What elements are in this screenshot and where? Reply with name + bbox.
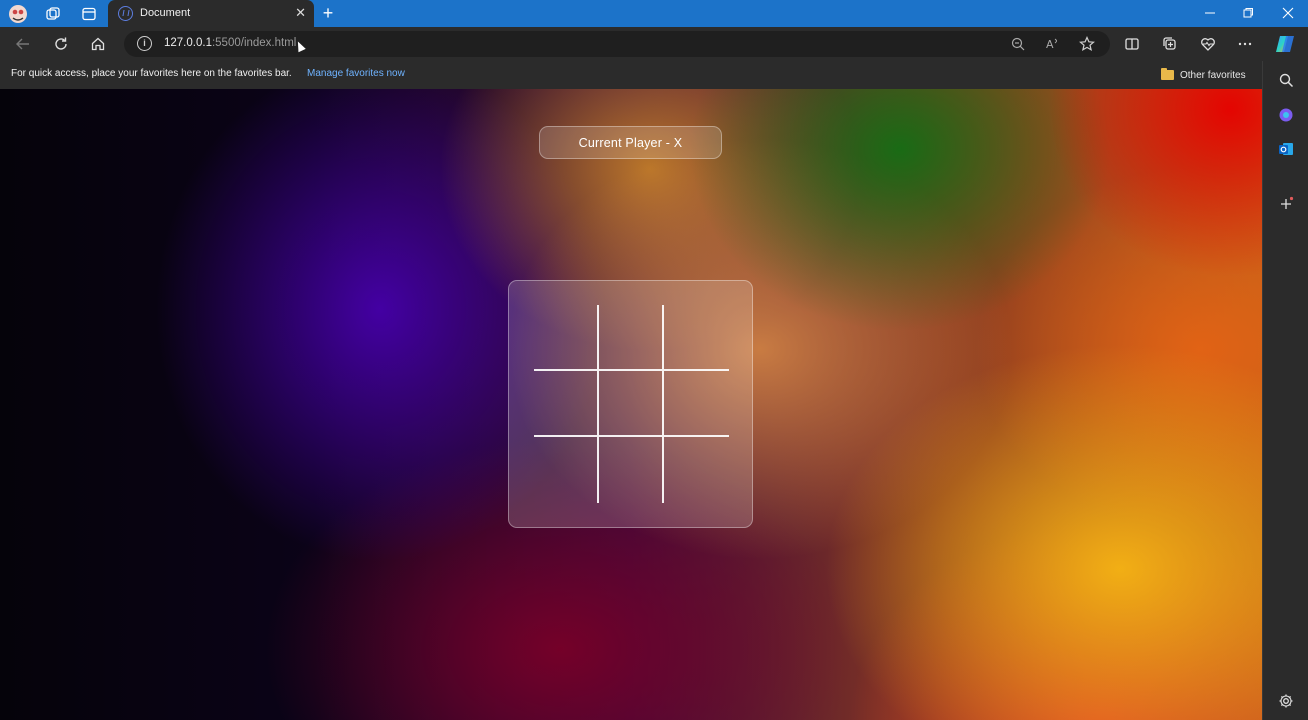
page-viewport: Current Player - X: [0, 89, 1262, 720]
outlook-icon[interactable]: [1276, 139, 1296, 159]
split-screen-icon[interactable]: [1122, 34, 1142, 54]
url-text[interactable]: 127.0.0.1:5500/index.html: [164, 37, 296, 49]
new-tab-button[interactable]: +: [318, 3, 338, 23]
site-info-icon[interactable]: i: [137, 36, 152, 51]
board-cell[interactable]: [599, 437, 664, 503]
manage-favorites-link[interactable]: Manage favorites now: [307, 68, 405, 79]
board-cell[interactable]: [599, 305, 664, 371]
board-cell[interactable]: [664, 305, 729, 371]
minimize-button[interactable]: [1202, 5, 1218, 21]
current-player-status: Current Player - X: [539, 126, 722, 159]
board-cell[interactable]: [534, 305, 599, 371]
restore-button[interactable]: [1240, 5, 1256, 21]
copilot-icon[interactable]: [1273, 34, 1297, 54]
board-grid: [534, 305, 729, 503]
folder-icon: [1161, 68, 1174, 80]
favorites-bar: For quick access, place your favorites h…: [0, 61, 1262, 89]
url-path: :5500/index.html: [211, 37, 297, 49]
back-button[interactable]: [13, 34, 33, 54]
address-bar[interactable]: i 127.0.0.1:5500/index.html A: [124, 31, 1110, 57]
sidebar-settings-icon[interactable]: [1276, 691, 1296, 711]
tab-document[interactable]: Document ✕: [108, 0, 314, 27]
browser-essentials-icon[interactable]: [1198, 34, 1218, 54]
other-favorites-label: Other favorites: [1180, 69, 1246, 81]
refresh-button[interactable]: [51, 34, 71, 54]
zoom-icon[interactable]: [1009, 35, 1027, 53]
tab-actions-icon[interactable]: [79, 4, 99, 24]
sidebar-copilot-icon[interactable]: [1276, 105, 1296, 125]
favorite-star-icon[interactable]: [1078, 35, 1096, 53]
home-button[interactable]: [88, 34, 108, 54]
board-cell[interactable]: [534, 371, 599, 437]
favorites-bar-message: For quick access, place your favorites h…: [11, 68, 292, 79]
svg-text:A: A: [1046, 38, 1054, 51]
collections-icon[interactable]: [1160, 34, 1180, 54]
board-cell[interactable]: [534, 437, 599, 503]
board-cell[interactable]: [664, 437, 729, 503]
url-host: 127.0.0.1: [164, 37, 212, 49]
tab-title: Document: [140, 7, 191, 19]
more-options-icon[interactable]: [1235, 34, 1255, 54]
tab-close-button[interactable]: ✕: [295, 5, 306, 21]
profile-avatar[interactable]: [8, 4, 28, 24]
edge-sidebar: [1262, 61, 1308, 720]
read-aloud-icon[interactable]: A: [1044, 35, 1062, 53]
sidebar-add-icon[interactable]: [1276, 194, 1296, 214]
workspaces-icon[interactable]: [43, 4, 63, 24]
title-bar: Document ✕ +: [0, 0, 1308, 27]
board-cell[interactable]: [664, 371, 729, 437]
tic-tac-toe-board: [508, 280, 753, 528]
other-favorites-button[interactable]: Other favorites: [1161, 67, 1246, 83]
close-window-button[interactable]: [1280, 5, 1296, 21]
board-cell[interactable]: [599, 371, 664, 437]
browser-toolbar: i 127.0.0.1:5500/index.html A: [0, 27, 1308, 61]
sidebar-search-icon[interactable]: [1276, 70, 1296, 90]
page-favicon-icon: [118, 6, 133, 21]
